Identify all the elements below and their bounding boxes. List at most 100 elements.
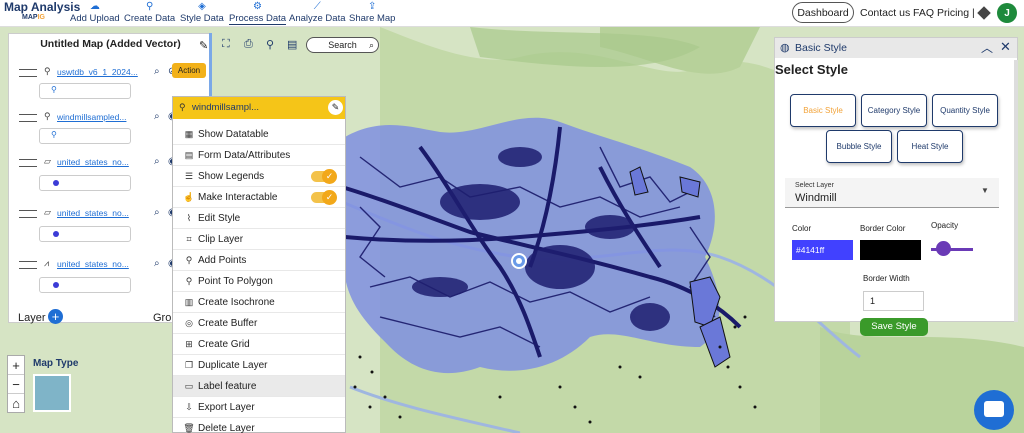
menu-item-show-datatable[interactable]: ▦ Show Datatable [173, 124, 345, 145]
drag-handle-icon[interactable] [19, 114, 37, 122]
panel-scrollbar[interactable] [1014, 60, 1018, 322]
map-type-thumbnail[interactable] [33, 374, 71, 412]
layer-name[interactable]: uswtdb_v6_1_2024... [57, 67, 139, 77]
nav-add-upload[interactable]: ☁ Add Upload [70, 1, 120, 24]
menu-item-show-legends[interactable]: ☰ Show Legends ✓ [173, 166, 345, 187]
comment-icon[interactable]: ▤ [287, 38, 297, 51]
logo-title: Map Analysis [4, 0, 81, 14]
drag-handle-icon[interactable] [19, 261, 37, 269]
style-panel-title: Basic Style [795, 42, 847, 54]
menu-item-add-points[interactable]: ⚲ Add Points [173, 250, 345, 271]
border-color-label: Border Color [860, 224, 906, 233]
pricing-link[interactable]: Pricing | [937, 7, 975, 19]
color-picker[interactable]: #4141ff [792, 240, 853, 260]
show-legends-toggle[interactable]: ✓ [311, 169, 337, 184]
menu-item-form-data[interactable]: ▤ Form Data/Attributes [173, 145, 345, 166]
zoom-to-layer-icon[interactable]: ⌕ [154, 111, 160, 122]
zoom-in-button[interactable]: + [8, 356, 24, 375]
opacity-slider-handle[interactable] [936, 241, 951, 256]
contact-us-link[interactable]: Contact us [860, 7, 910, 19]
menu-item-create-buffer[interactable]: ◎ Create Buffer [173, 313, 345, 334]
zoom-to-layer-icon[interactable]: ⌕ [154, 258, 160, 269]
edit-title-icon[interactable]: ✎ [199, 39, 208, 52]
grid-icon: ⊞ [185, 339, 193, 349]
faq-link[interactable]: FAQ [913, 7, 934, 19]
save-style-button[interactable]: Save Style [860, 318, 928, 336]
tab-layer[interactable]: Layer [18, 312, 46, 324]
trash-icon: 🗑 [183, 423, 195, 433]
border-color-picker[interactable] [860, 240, 921, 260]
add-layer-icon[interactable]: + [48, 309, 63, 324]
layer-name[interactable]: windmillsampled... [57, 112, 139, 122]
border-width-label: Border Width [863, 274, 910, 283]
dropdown-arrow-icon: ▼ [981, 186, 989, 195]
table-icon: ▦ [184, 129, 194, 139]
nav-analyze-data[interactable]: ⟋ Analyze Data [289, 1, 346, 24]
search-icon: ⌕ [368, 40, 374, 50]
border-width-input[interactable]: 1 [863, 291, 924, 311]
edit-name-icon[interactable]: ✎ [328, 100, 343, 115]
home-extent-button[interactable]: ⌂ [8, 394, 24, 413]
heat-style-button[interactable]: Heat Style [897, 130, 963, 163]
share-icon: ⇪ [368, 1, 377, 12]
menu-item-create-grid[interactable]: ⊞ Create Grid [173, 334, 345, 355]
drag-handle-icon[interactable] [19, 210, 37, 218]
context-layer-name: windmillsampl... [192, 102, 260, 113]
select-layer-dropdown[interactable]: Select Layer Windmill ▼ [785, 178, 999, 208]
nav-style-data[interactable]: ◈ Style Data [180, 1, 224, 24]
layer-style-swatch[interactable] [39, 226, 131, 242]
layer-style-swatch[interactable] [39, 175, 131, 191]
layer-style-swatch[interactable]: ⚲ [39, 128, 131, 144]
menu-item-edit-style[interactable]: ⌇ Edit Style [173, 208, 345, 229]
map-marker-icon: ⚲ [185, 255, 193, 265]
app-logo[interactable]: Map Analysis MAPIG [4, 0, 81, 25]
make-interactable-toggle[interactable]: ✓ [311, 190, 337, 205]
dashboard-button[interactable]: Dashboard [792, 2, 854, 23]
menu-item-export-layer[interactable]: ⇩ Export Layer [173, 397, 345, 418]
menu-item-create-isochrone[interactable]: ▥ Create Isochrone [173, 292, 345, 313]
zoom-control: + − ⌂ [7, 355, 25, 413]
zoom-out-button[interactable]: − [8, 375, 24, 394]
layer-style-swatch[interactable]: ⚲ [39, 83, 131, 99]
paint-bucket-icon: ◈ [198, 1, 206, 12]
menu-item-duplicate-layer[interactable]: ❐ Duplicate Layer [173, 355, 345, 376]
nav-create-data[interactable]: ⚲ Create Data [124, 1, 175, 24]
layer-style-swatch[interactable] [39, 277, 131, 293]
tab-group[interactable]: Gro [153, 312, 171, 324]
menu-item-point-to-polygon[interactable]: ⚲ Point To Polygon [173, 271, 345, 292]
fullscreen-icon[interactable]: ⛶ [222, 38, 230, 51]
menu-item-make-interactable[interactable]: ☝ Make Interactable ✓ [173, 187, 345, 208]
bubble-style-button[interactable]: Bubble Style [826, 130, 892, 163]
nav-share-map[interactable]: ⇪ Share Map [349, 1, 395, 24]
location-pin-icon: ⚲ [179, 102, 186, 112]
layer-name[interactable]: united_states_no... [57, 157, 139, 167]
opacity-label: Opacity [931, 221, 959, 230]
menu-item-label-feature[interactable]: ▭ Label feature [173, 376, 345, 397]
menu-item-clip-layer[interactable]: ⌗ Clip Layer [173, 229, 345, 250]
action-button[interactable]: Action [172, 63, 206, 78]
map-title: Untitled Map (Added Vector) [40, 38, 181, 50]
user-avatar[interactable]: J [997, 3, 1017, 23]
chat-button[interactable] [974, 390, 1014, 430]
form-icon: ▤ [184, 150, 194, 160]
close-icon[interactable]: ✕ [1000, 39, 1011, 55]
collapse-chevron-icon[interactable]: ︿ [981, 39, 993, 56]
polygon-geometry-icon: ▱ [44, 207, 51, 217]
drag-handle-icon[interactable] [19, 159, 37, 167]
drag-handle-icon[interactable] [19, 69, 37, 77]
print-icon[interactable]: ⎙ [244, 38, 253, 51]
zoom-to-layer-icon[interactable]: ⌕ [154, 66, 160, 77]
layer-name[interactable]: united_states_no... [57, 259, 139, 269]
quantity-style-button[interactable]: Quantity Style [932, 94, 998, 127]
category-style-button[interactable]: Category Style [861, 94, 927, 127]
zoom-to-layer-icon[interactable]: ⌕ [154, 207, 160, 218]
zoom-to-layer-icon[interactable]: ⌕ [154, 156, 160, 167]
location-pin-icon: ⚲ [145, 1, 154, 12]
menu-item-delete-layer[interactable]: 🗑 Delete Layer [173, 418, 345, 433]
nav-process-data[interactable]: ⚙ Process Data [229, 1, 287, 25]
layer-name[interactable]: united_states_no... [57, 208, 139, 218]
cube-icon[interactable] [977, 6, 991, 20]
network-icon[interactable]: ⚲ [266, 38, 274, 51]
basic-style-button[interactable]: Basic Style [790, 94, 856, 127]
map-search-button[interactable]: Search ⌕ [306, 37, 379, 53]
